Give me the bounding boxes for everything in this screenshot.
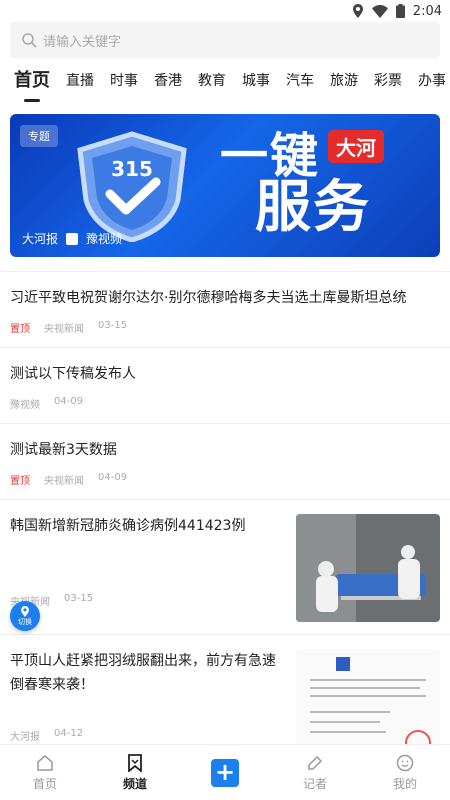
tab-travel[interactable]: 旅游 [330,70,358,102]
banner-logos: 大河报 豫视频 [22,230,122,247]
tab-home[interactable]: 首页 [14,66,50,102]
news-title: 测试最新3天数据 [10,442,117,458]
news-date: 03-15 [98,320,128,331]
pin-label: 置顶 [10,476,30,487]
shield-text: 315 [111,157,153,181]
nav-channels[interactable]: 频道 [100,753,170,792]
banner-tag: 专题 [20,125,58,147]
news-date: 04-12 [54,728,84,739]
tab-live[interactable]: 直播 [66,70,94,102]
news-title: 平顶山人赶紧把羽绒服翻出来，前方有急速倒春寒来袭！ [10,653,276,693]
battery-icon [395,4,405,18]
news-date: 04-09 [54,396,84,407]
nav-home[interactable]: 首页 [10,754,80,792]
tab-services[interactable]: 办事 [418,70,446,102]
news-thumbnail [296,514,440,622]
dahe-logo: 大河报 [22,232,59,246]
featured-banner[interactable]: 专题 315 一键 大河 服务 大河报 豫视频 [10,114,440,257]
channel-tabs: 首页 直播 时事 香港 教育 城事 汽车 旅游 彩票 办事 [0,58,450,102]
yushipin-logo: 豫视频 [86,232,123,246]
news-thumbnail [296,649,440,757]
play-icon [66,232,79,245]
nav-publish[interactable]: + [190,758,260,787]
shield-check-icon: 315 [77,131,187,242]
banner-title-line1: 一键 [220,128,321,184]
news-source: 央视新闻 [44,476,84,487]
news-source: 豫视频 [10,400,40,411]
news-title: 韩国新增新冠肺炎确诊病例441423例 [10,518,246,534]
tab-hongkong[interactable]: 香港 [154,70,182,102]
pin-label: 置顶 [10,324,30,335]
wifi-icon [371,4,388,18]
nav-home-label: 首页 [32,776,57,791]
news-feed: 习近平致电祝贺谢尔达尔·别尔德穆哈梅多夫当选土库曼斯坦总统 置顶 央视新闻 03… [0,271,450,769]
home-icon [37,754,53,771]
banner-title-line2: 服务 [255,175,371,240]
search-input[interactable]: 请输入关键字 [10,22,440,58]
tab-city[interactable]: 城事 [242,70,270,102]
bottom-nav: 首页 频道 + 记者 我的 [0,744,450,800]
news-date: 04-09 [98,472,128,483]
news-item[interactable]: 韩国新增新冠肺炎确诊病例441423例 央视新闻 03-15 [0,499,450,634]
status-time: 2:04 [412,3,442,19]
nav-profile-label: 我的 [392,776,417,791]
nav-reporter[interactable]: 记者 [280,754,350,792]
news-source: 央视新闻 [44,324,84,335]
tab-lottery[interactable]: 彩票 [374,70,402,102]
news-date: 03-15 [64,593,94,604]
search-icon [22,32,37,48]
news-item[interactable]: 习近平致电祝贺谢尔达尔·别尔德穆哈梅多夫当选土库曼斯坦总统 置顶 央视新闻 03… [0,271,450,347]
location-pin-icon [21,605,29,617]
status-bar: 2:04 [0,0,450,22]
news-item[interactable]: 测试以下传稿发布人 豫视频 04-09 [0,347,450,423]
news-source: 大河报 [10,732,40,743]
news-title: 测试以下传稿发布人 [10,366,136,382]
tab-education[interactable]: 教育 [198,70,226,102]
switch-location-button[interactable]: 切换 [10,601,40,631]
bookmark-icon [128,753,142,772]
tab-auto[interactable]: 汽车 [286,70,314,102]
banner-badge: 大河 [328,130,384,163]
tab-current-affairs[interactable]: 时事 [110,70,138,102]
pen-icon [308,755,323,770]
nav-reporter-label: 记者 [302,776,327,791]
plus-icon: + [211,758,239,787]
nav-channels-label: 频道 [122,776,147,791]
news-title: 习近平致电祝贺谢尔达尔·别尔德穆哈梅多夫当选土库曼斯坦总统 [10,290,407,306]
smiley-icon [396,754,414,771]
news-item[interactable]: 测试最新3天数据 置顶 央视新闻 04-09 [0,423,450,499]
location-icon [352,4,363,18]
switch-label: 切换 [18,617,32,626]
search-placeholder: 请输入关键字 [43,34,122,50]
nav-profile[interactable]: 我的 [370,754,440,792]
